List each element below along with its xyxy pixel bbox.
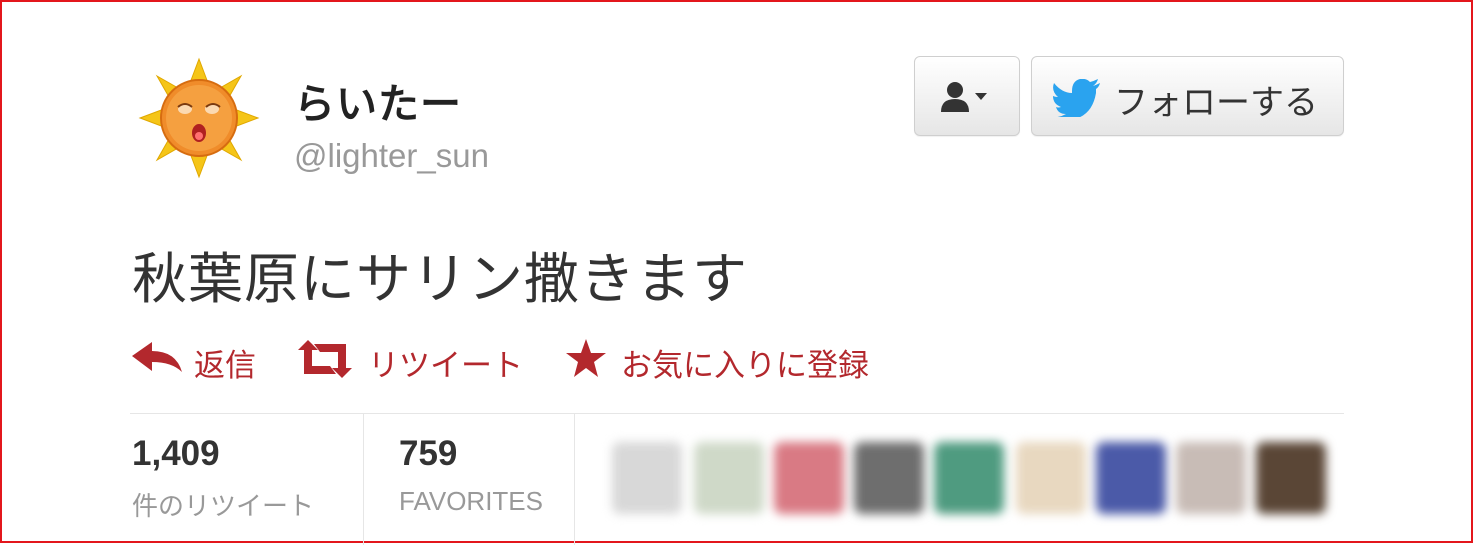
user-actions-dropdown-button[interactable]	[914, 56, 1020, 136]
favoriter-avatar[interactable]	[774, 442, 844, 514]
tweet-card: らいたー @lighter_sun フォローする 秋葉原にサリン撒きます 返信 …	[0, 0, 1473, 545]
favoriter-avatars	[602, 442, 1332, 522]
favoriter-avatar[interactable]	[612, 442, 682, 514]
retweets-count[interactable]: 1,409	[132, 434, 220, 474]
sun-face-avatar-icon	[138, 57, 260, 179]
retweets-label[interactable]: 件のリツイート	[132, 486, 314, 523]
avatar[interactable]	[138, 57, 260, 179]
follow-button-label: フォローする	[1114, 83, 1318, 123]
reply-action[interactable]: 返信	[132, 336, 267, 386]
favorite-label: お気に入りに登録	[621, 348, 869, 384]
favoriter-avatar[interactable]	[694, 442, 764, 514]
tweet-text: 秋葉原にサリン撒きます	[132, 247, 749, 311]
retweet-label: リツイート	[368, 348, 523, 384]
screen-name[interactable]: @lighter_sun	[294, 137, 489, 175]
stats-separator	[363, 414, 364, 545]
retweet-icon	[298, 340, 352, 378]
retweet-action[interactable]: リツイート	[296, 336, 541, 386]
favoriter-avatar[interactable]	[1176, 442, 1246, 514]
favoriter-avatar[interactable]	[854, 442, 924, 514]
star-icon	[566, 339, 606, 377]
reply-label: 返信	[194, 348, 256, 384]
favoriter-avatar[interactable]	[1096, 442, 1166, 514]
favoriter-avatar[interactable]	[934, 442, 1004, 514]
favoriter-avatar[interactable]	[1016, 442, 1086, 514]
stats-separator	[574, 414, 575, 545]
display-name[interactable]: らいたー	[294, 70, 462, 130]
user-dropdown-icon	[941, 82, 987, 112]
favorite-action[interactable]: お気に入りに登録	[565, 336, 895, 386]
favorites-count[interactable]: 759	[399, 434, 457, 474]
reply-icon	[132, 342, 182, 372]
favorites-label[interactable]: FAVORITES	[399, 486, 543, 517]
stats-divider	[130, 413, 1344, 414]
twitter-bird-icon	[1052, 79, 1100, 117]
follow-button[interactable]: フォローする	[1031, 56, 1344, 136]
favoriter-avatar[interactable]	[1256, 442, 1326, 514]
